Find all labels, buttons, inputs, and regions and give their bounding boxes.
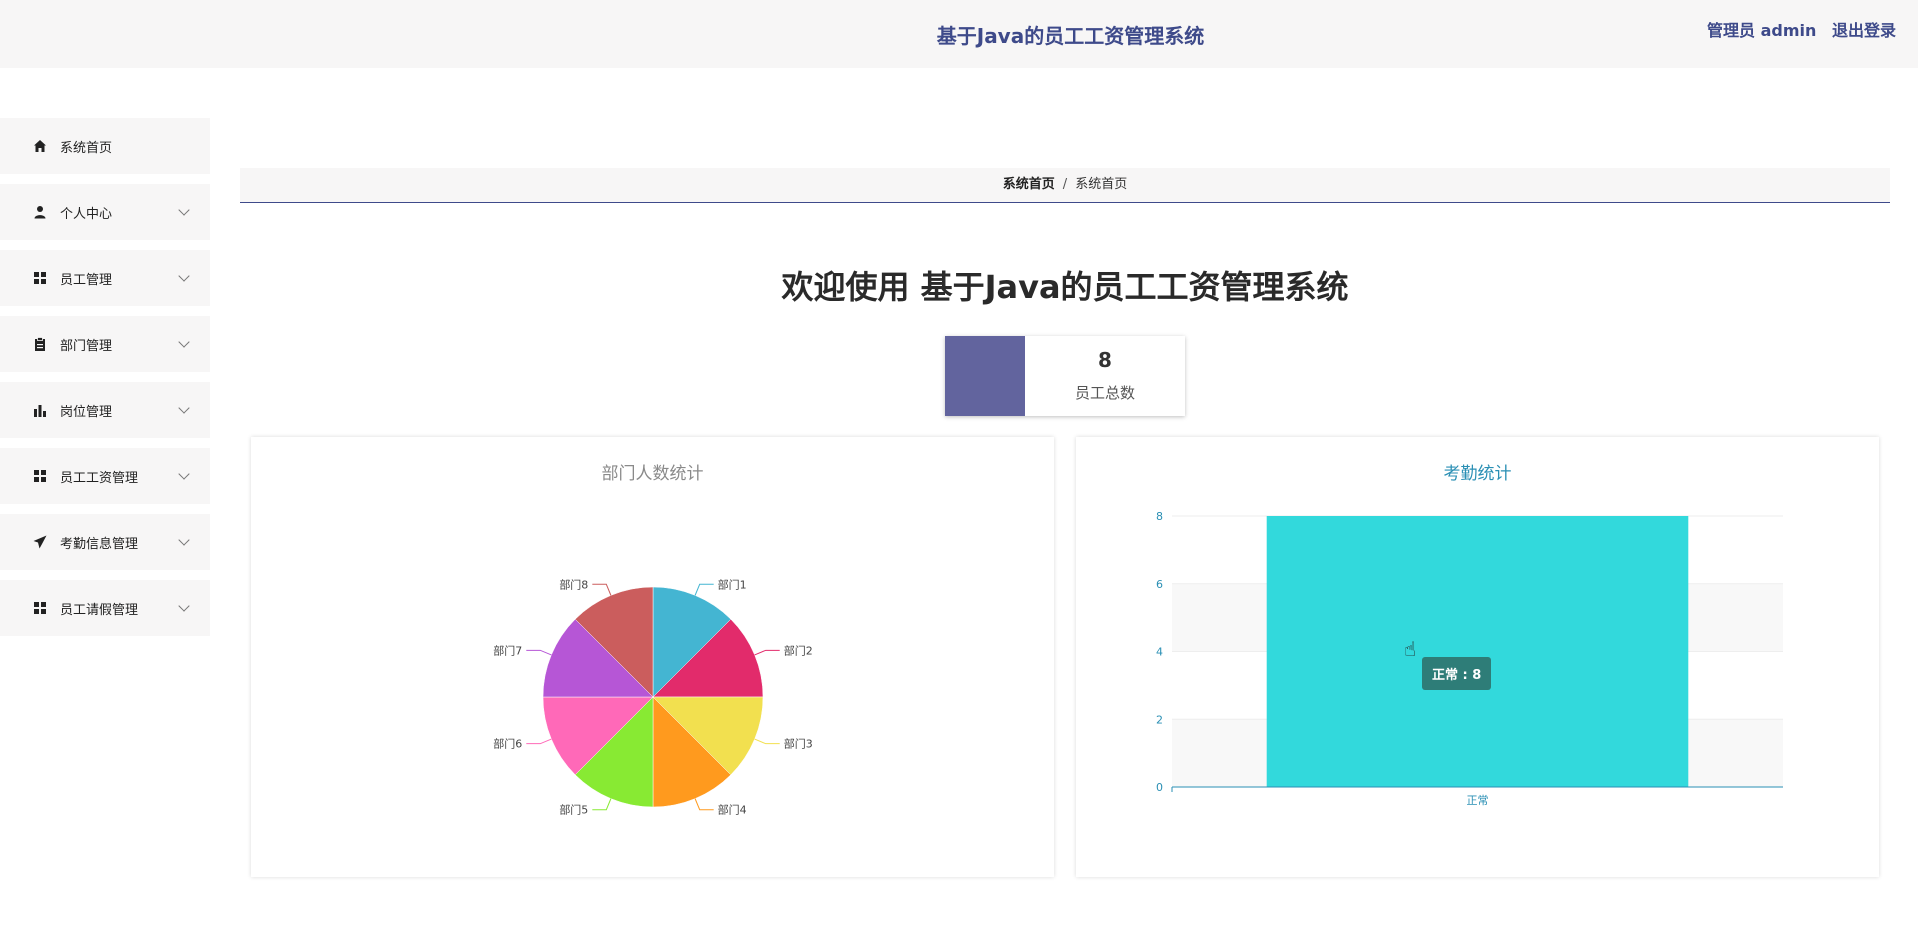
breadcrumb-level1[interactable]: 系统首页 — [1003, 177, 1055, 192]
stat-card-employee-total: 8 员工总数 — [945, 336, 1185, 416]
user-area: 管理员 admin 退出登录 — [1697, 17, 1896, 41]
sidebar-item-employee[interactable]: 员工管理 — [0, 250, 210, 306]
sidebar-item-salary[interactable]: 员工工资管理 — [0, 448, 210, 504]
pie-label-line — [526, 649, 552, 656]
chevron-down-icon — [178, 600, 190, 612]
y-tick-label: 0 — [1156, 781, 1163, 794]
stat-value: 8 — [1098, 348, 1112, 372]
stat-caption: 员工总数 — [1074, 384, 1135, 402]
sidebar: 系统首页 个人中心 员工管理 部门管理 岗位管理 员工工资管理 考勤信息管理 员… — [0, 118, 210, 646]
user-name[interactable]: 管理员 admin — [1707, 21, 1816, 40]
pie-label-line — [592, 798, 612, 811]
pie-label: 部门1 — [718, 577, 747, 591]
x-tick-label: 正常 — [1467, 794, 1489, 807]
sidebar-item-position[interactable]: 岗位管理 — [0, 382, 210, 438]
sidebar-item-home[interactable]: 系统首页 — [0, 118, 210, 174]
chevron-down-icon — [178, 336, 190, 348]
breadcrumb-separator: / — [1062, 177, 1068, 192]
sidebar-item-label: 员工工资管理 — [60, 470, 139, 486]
chevron-down-icon — [178, 468, 190, 480]
pie-label-line — [592, 583, 612, 596]
sidebar-item-label: 部门管理 — [60, 338, 113, 354]
pie-label-line — [694, 583, 714, 596]
chevron-down-icon — [178, 270, 190, 282]
y-tick-label: 6 — [1156, 578, 1163, 591]
send-icon — [32, 534, 48, 550]
chevron-down-icon — [178, 402, 190, 414]
pie-label-line — [754, 649, 780, 656]
sidebar-item-label: 员工管理 — [60, 272, 113, 288]
bar-chart-icon — [32, 402, 48, 418]
chart-tooltip: 正常 : 8 — [1422, 657, 1492, 690]
sidebar-item-label: 岗位管理 — [60, 404, 113, 420]
pie-label: 部门6 — [493, 737, 522, 751]
y-tick-label: 4 — [1156, 646, 1163, 659]
sidebar-item-leave[interactable]: 员工请假管理 — [0, 580, 210, 636]
hand-cursor-icon: ☝ — [1404, 637, 1417, 661]
home-icon — [32, 138, 48, 154]
pie-label: 部门3 — [784, 737, 813, 751]
page-title: 欢迎使用 基于Java的员工工资管理系统 — [781, 268, 1349, 306]
breadcrumb-level2: 系统首页 — [1075, 177, 1128, 192]
grid-icon — [32, 270, 48, 286]
pie-label: 部门2 — [784, 643, 813, 657]
top-bar: 基于Java的员工工资管理系统 管理员 admin 退出登录 — [0, 0, 1918, 68]
pie-label-line — [754, 738, 780, 745]
sidebar-item-personal-center[interactable]: 个人中心 — [0, 184, 210, 240]
logout-link[interactable]: 退出登录 — [1832, 21, 1896, 40]
attendance-chart-panel: 考勤统计 0 2 4 6 8 正常 正常 : 8 ☝ — [1076, 437, 1879, 877]
bar[interactable] — [1266, 516, 1689, 787]
sidebar-item-label: 员工请假管理 — [60, 602, 139, 618]
sidebar-item-label: 考勤信息管理 — [60, 536, 139, 552]
department-pie-chart: 部门1 部门2 部门3 部门4 部门5 部门6 部门7 部门8 — [493, 577, 813, 817]
department-chart-panel: 部门人数统计 部门1 部门2 部门3 部门4 部门5 部门6 部门7 部门8 — [251, 437, 1054, 877]
breadcrumb: 系统首页 / 系统首页 — [240, 168, 1890, 203]
pie-label-line — [694, 798, 714, 811]
y-tick-label: 2 — [1156, 713, 1163, 726]
chevron-down-icon — [178, 534, 190, 546]
sidebar-item-department[interactable]: 部门管理 — [0, 316, 210, 372]
stat-card-color-block — [945, 336, 1025, 416]
grid-icon — [32, 468, 48, 484]
sidebar-item-label: 个人中心 — [60, 206, 113, 222]
app-title: 基于Java的员工工资管理系统 — [936, 24, 1205, 48]
user-icon — [32, 204, 48, 220]
stat-card-content: 8 员工总数 — [1025, 336, 1185, 416]
pie-label: 部门8 — [559, 577, 588, 591]
chevron-down-icon — [178, 204, 190, 216]
y-tick-label: 8 — [1156, 510, 1163, 523]
sidebar-item-attendance[interactable]: 考勤信息管理 — [0, 514, 210, 570]
pie-label-line — [526, 738, 552, 745]
sidebar-item-label: 系统首页 — [60, 140, 113, 156]
pie-label: 部门5 — [559, 803, 588, 817]
pie-label: 部门4 — [718, 803, 747, 817]
clipboard-icon — [32, 336, 48, 352]
grid-icon — [32, 600, 48, 616]
pie-label: 部门7 — [493, 643, 522, 657]
